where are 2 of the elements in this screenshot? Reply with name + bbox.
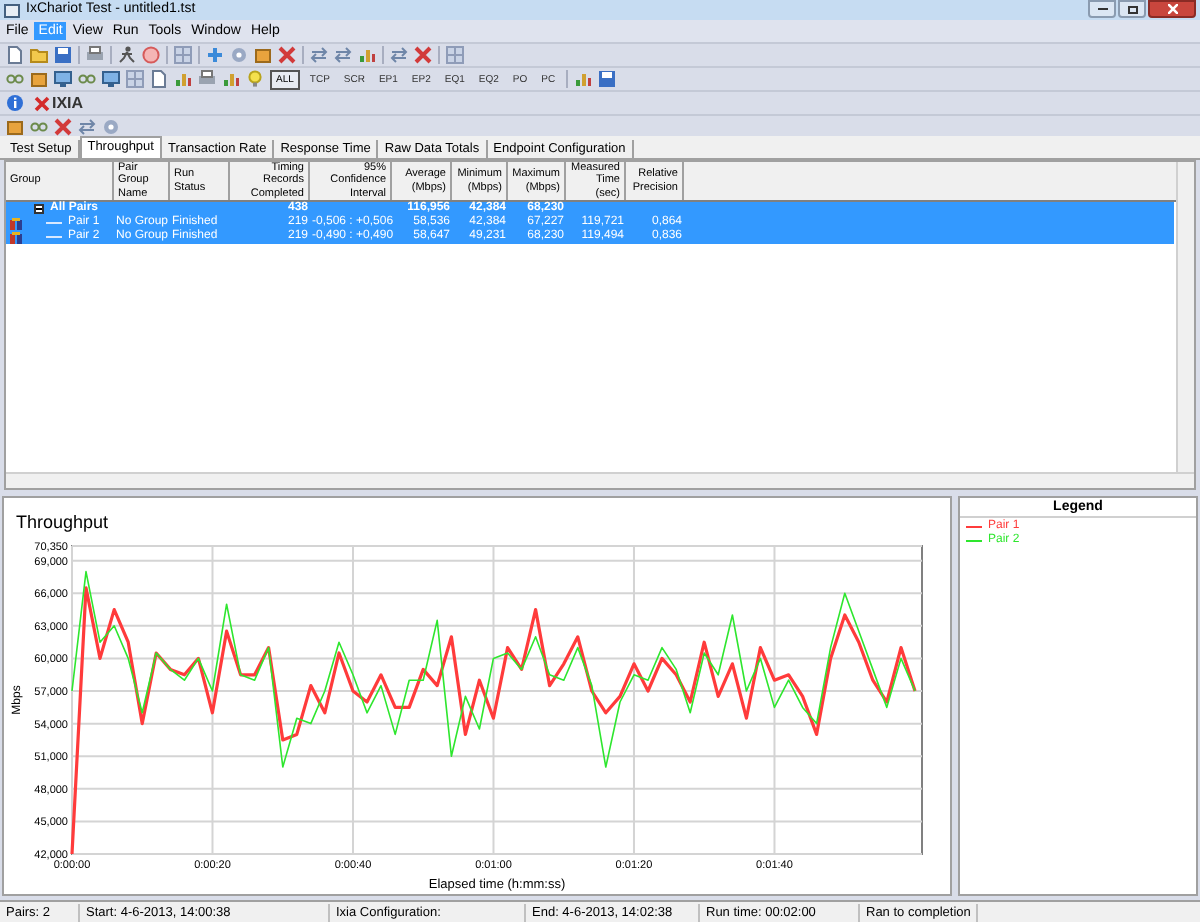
chart-title: Throughput <box>16 512 109 532</box>
logo: IXIA <box>52 94 84 112</box>
